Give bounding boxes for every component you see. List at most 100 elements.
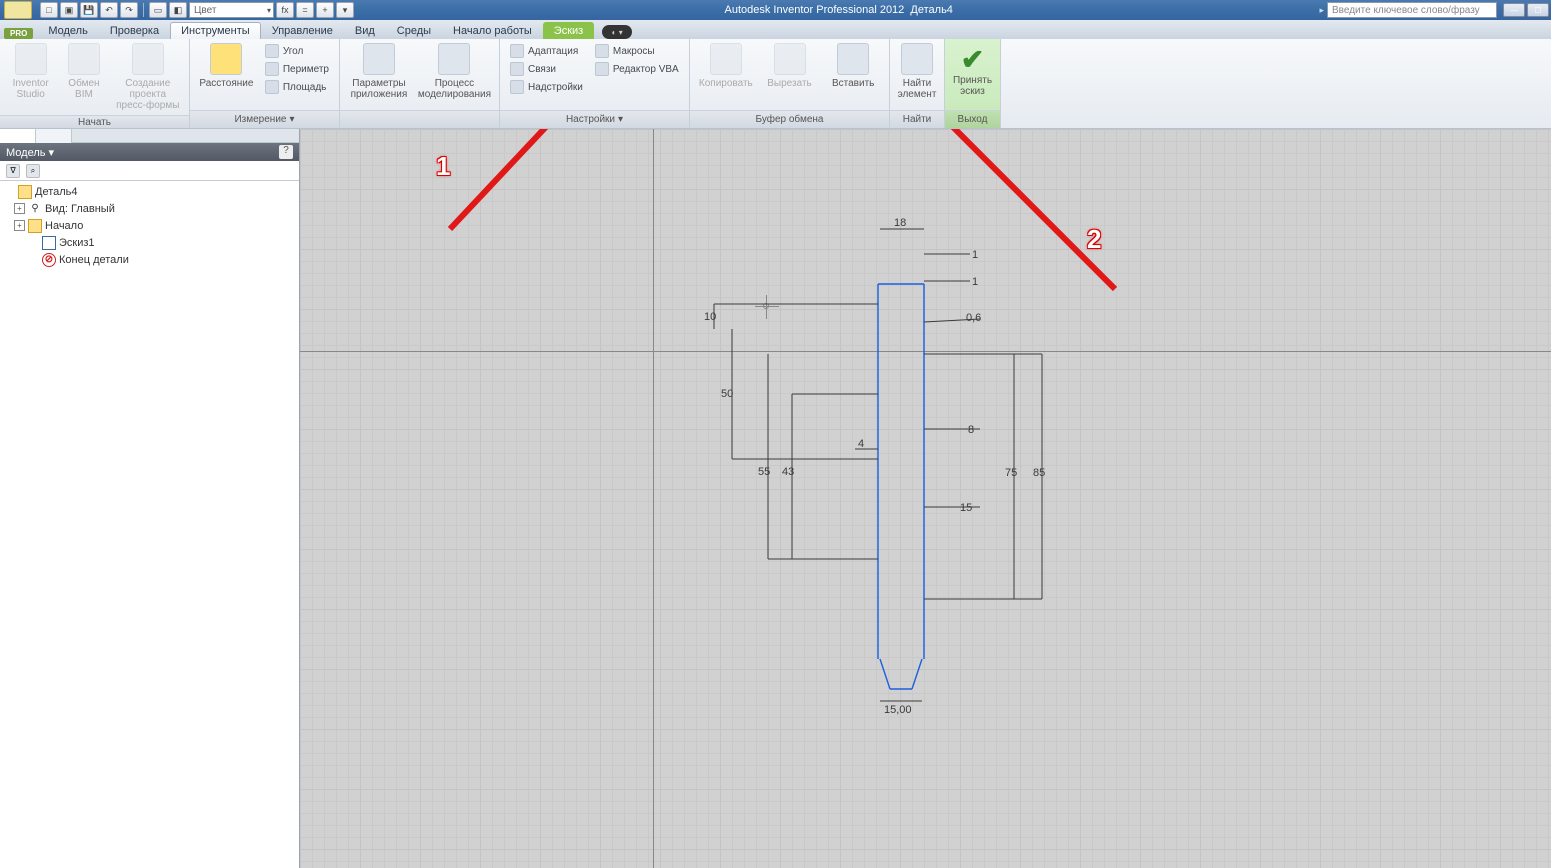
browser-header[interactable]: Модель ▾ ? — [0, 143, 299, 161]
perimeter-button[interactable]: Периметр — [263, 61, 331, 77]
tree-origin[interactable]: + Начало — [0, 217, 299, 234]
svg-text:4: 4 — [858, 438, 864, 450]
finish-sketch-button[interactable]: ✔Принять эскиз — [953, 43, 992, 97]
qat-undo-icon[interactable]: ↶ — [100, 2, 118, 18]
tab-tools[interactable]: Инструменты — [170, 22, 261, 39]
side-tabs — [0, 129, 299, 143]
qat-new-icon[interactable]: □ — [40, 2, 58, 18]
ribbon: Inventor Studio Обмен BIM Создание проек… — [0, 39, 1551, 129]
qat-save-icon[interactable]: 💾 — [80, 2, 98, 18]
side-tab-1[interactable] — [0, 129, 36, 143]
bim-exchange-button[interactable]: Обмен BIM — [61, 43, 106, 100]
end-of-part-icon: ⊘ — [42, 253, 56, 267]
tab-start[interactable]: Начало работы — [442, 22, 543, 39]
tab-manage[interactable]: Управление — [261, 22, 344, 39]
browser-toolbar: ∇ ⌕ — [0, 161, 299, 181]
find-icon[interactable]: ⌕ — [26, 164, 40, 178]
area-icon — [265, 80, 279, 94]
angle-icon — [265, 44, 279, 58]
qat-open-icon[interactable]: ▣ — [60, 2, 78, 18]
title-bar: □ ▣ 💾 ↶ ↷ ▭ ◧ Цвет fx = + ▾ Autodesk Inv… — [0, 0, 1551, 20]
tree-view[interactable]: +⚲ Вид: Главный — [0, 200, 299, 217]
tree-sketch[interactable]: Эскиз1 — [0, 234, 299, 251]
tab-view[interactable]: Вид — [344, 22, 386, 39]
color-selector[interactable]: Цвет — [189, 2, 274, 18]
annotation-arrow-2 — [870, 129, 1130, 309]
app-params-button[interactable]: Параметры приложения — [348, 43, 410, 100]
svg-text:55: 55 — [758, 466, 770, 478]
qat-plus-icon[interactable]: + — [316, 2, 334, 18]
copy-button[interactable]: Копировать — [698, 43, 754, 89]
sketch-canvas[interactable]: 18 1 1 0,6 10 50 55 43 4 8 15 75 85 15,0… — [300, 129, 1551, 868]
panel-caption-measure[interactable]: Измерение ▾ — [190, 110, 339, 128]
macros-button[interactable]: Макросы — [593, 43, 681, 59]
annotation-arrow-1 — [440, 129, 640, 254]
qat-more-icon[interactable]: ▾ — [336, 2, 354, 18]
svg-text:85: 85 — [1033, 467, 1045, 479]
panel-caption-start: Начать — [0, 115, 189, 128]
tree-end-of-part[interactable]: ⊘ Конец детали — [0, 251, 299, 268]
browser-panel: Модель ▾ ? ∇ ⌕ Деталь4 +⚲ Вид: Главный +… — [0, 129, 300, 868]
view-icon: ⚲ — [28, 202, 42, 216]
panel-caption-blank — [340, 110, 499, 128]
paste-icon — [837, 43, 869, 75]
svg-text:10: 10 — [704, 311, 716, 323]
search-prompt-icon: ▸ — [1319, 5, 1324, 16]
qat-select-icon[interactable]: ▭ — [149, 2, 167, 18]
search-input[interactable]: Введите ключевое слово/фразу — [1327, 2, 1497, 18]
model-tree[interactable]: Деталь4 +⚲ Вид: Главный + Начало Эскиз1 … — [0, 181, 299, 868]
inventor-studio-button[interactable]: Inventor Studio — [8, 43, 53, 100]
tab-sketch[interactable]: Эскиз — [543, 22, 594, 39]
annotation-label-1: 1 — [436, 151, 450, 182]
adapt-button[interactable]: Адаптация — [508, 43, 585, 59]
maximize-button-icon[interactable]: ☐ — [1527, 3, 1549, 17]
links-icon — [510, 62, 524, 76]
vba-editor-button[interactable]: Редактор VBA — [593, 61, 681, 77]
help-toggle-icon[interactable]: ◐ ▾ — [602, 25, 632, 39]
copy-icon — [710, 43, 742, 75]
macro-icon — [595, 44, 609, 58]
addins-button[interactable]: Надстройки — [508, 79, 585, 95]
tab-check[interactable]: Проверка — [99, 22, 170, 39]
mold-icon — [132, 43, 164, 75]
mold-project-button[interactable]: Создание проекта пресс-формы — [115, 43, 181, 111]
tab-model[interactable]: Модель — [37, 22, 98, 39]
tree-root[interactable]: Деталь4 — [0, 183, 299, 200]
qat-redo-icon[interactable]: ↷ — [120, 2, 138, 18]
svg-text:8: 8 — [968, 424, 974, 436]
qat-material-icon[interactable]: ◧ — [169, 2, 187, 18]
panel-caption-settings[interactable]: Настройки ▾ — [500, 110, 689, 128]
params-icon — [363, 43, 395, 75]
panel-caption-find: Найти — [890, 110, 944, 128]
annotation-label-2: 2 — [1087, 224, 1101, 255]
area-button[interactable]: Площадь — [263, 79, 331, 95]
app-logo-icon[interactable] — [4, 1, 32, 19]
paste-button[interactable]: Вставить — [825, 43, 881, 89]
quick-access-toolbar: □ ▣ 💾 ↶ ↷ ▭ ◧ Цвет fx = + ▾ — [36, 2, 358, 18]
cut-button[interactable]: Вырезать — [762, 43, 818, 89]
panel-caption-clipboard: Буфер обмена — [690, 110, 889, 128]
perimeter-icon — [265, 62, 279, 76]
minimize-button-icon[interactable]: — — [1503, 3, 1525, 17]
svg-text:75: 75 — [1005, 467, 1017, 479]
binoculars-icon — [901, 43, 933, 75]
side-tab-2[interactable] — [36, 129, 72, 143]
filter-icon[interactable]: ∇ — [6, 164, 20, 178]
window-title: Autodesk Inventor Professional 2012 Дета… — [358, 4, 1319, 16]
help-icon[interactable]: ? — [279, 145, 293, 159]
qat-eq-icon[interactable]: = — [296, 2, 314, 18]
links-button[interactable]: Связи — [508, 61, 585, 77]
distance-button[interactable]: Расстояние — [198, 43, 255, 89]
model-process-button[interactable]: Процесс моделирования — [418, 43, 491, 100]
svg-text:0,6: 0,6 — [966, 312, 981, 324]
adapt-icon — [510, 44, 524, 58]
find-element-button[interactable]: Найти элемент — [898, 43, 937, 100]
angle-button[interactable]: Угол — [263, 43, 331, 59]
qat-fx-icon[interactable]: fx — [276, 2, 294, 18]
tab-env[interactable]: Среды — [386, 22, 442, 39]
sketch-icon — [42, 236, 56, 250]
svg-text:15,00: 15,00 — [884, 704, 912, 716]
vba-icon — [595, 62, 609, 76]
pro-badge[interactable]: PRO — [4, 28, 33, 39]
ruler-icon — [210, 43, 242, 75]
